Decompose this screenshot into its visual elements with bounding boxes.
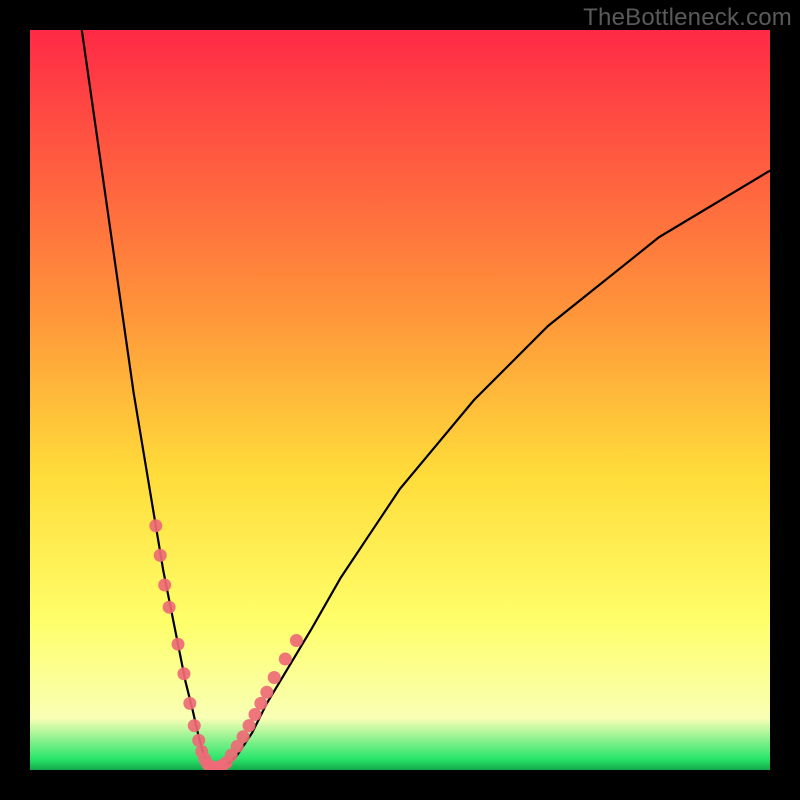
chart-svg [30,30,770,770]
marker-dot [172,638,185,651]
marker-dot [243,719,256,732]
marker-dot [149,519,162,532]
marker-dot [237,730,250,743]
marker-dot [158,579,171,592]
marker-dot [183,697,196,710]
marker-dot [192,734,205,747]
marker-dot [260,686,273,699]
gradient-background [30,30,770,770]
marker-dot [188,719,201,732]
outer-frame: TheBottleneck.com [0,0,800,800]
watermark-text: TheBottleneck.com [583,4,792,32]
chart-plot-area [30,30,770,770]
marker-dot [254,697,267,710]
marker-dot [279,653,292,666]
marker-dot [163,601,176,614]
marker-dot [154,549,167,562]
marker-dot [177,667,190,680]
marker-dot [268,671,281,684]
marker-dot [248,708,261,721]
marker-dot [290,634,303,647]
